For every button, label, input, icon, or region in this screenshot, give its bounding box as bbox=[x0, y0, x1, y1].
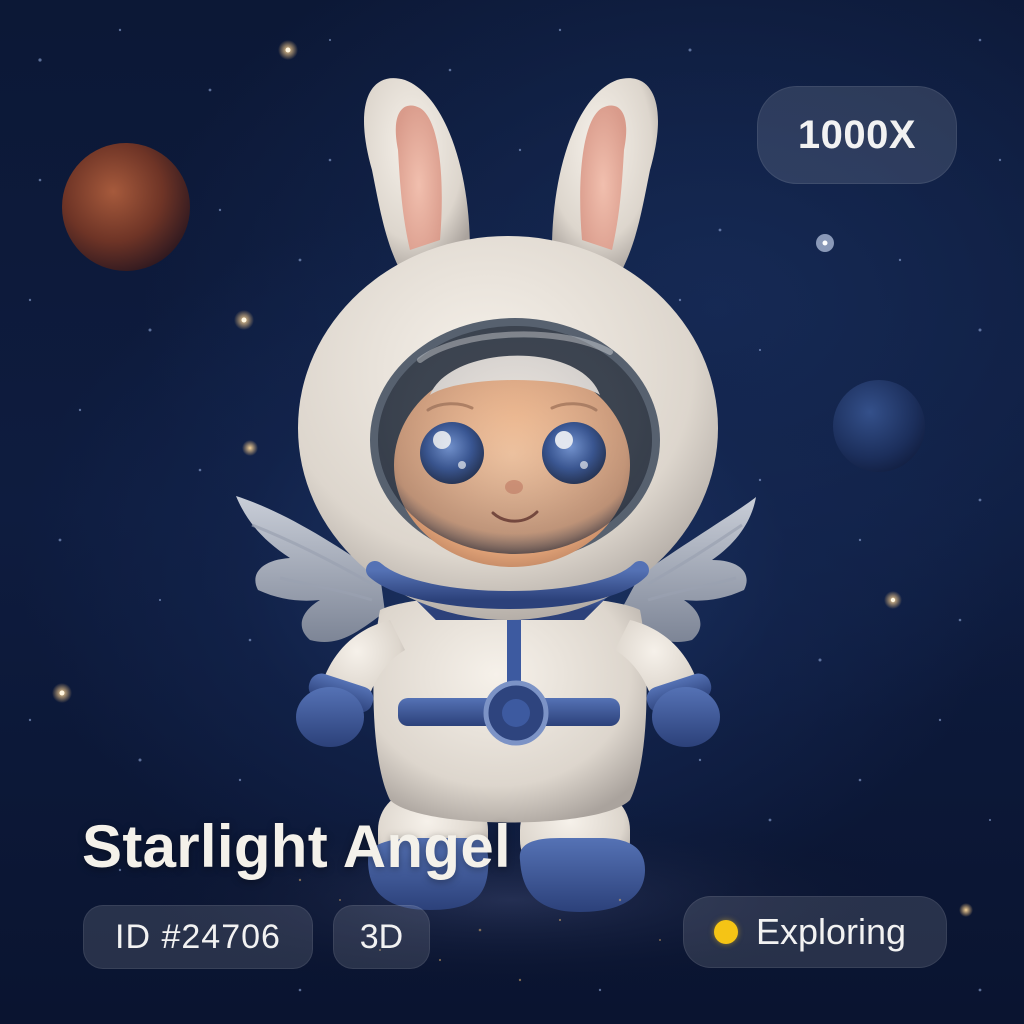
status-badge[interactable]: Exploring bbox=[683, 896, 947, 968]
card-title: Starlight Angel bbox=[82, 813, 511, 880]
id-tag: ID #24706 bbox=[83, 905, 313, 969]
status-dot-icon bbox=[714, 920, 738, 944]
character bbox=[236, 78, 756, 912]
status-label: Exploring bbox=[756, 911, 907, 952]
blue-planet bbox=[833, 380, 925, 472]
multiplier-badge: 1000X bbox=[757, 86, 957, 184]
red-planet bbox=[62, 143, 190, 271]
nft-card[interactable]: 1000X Starlight Angel ID #24706 3D Explo… bbox=[0, 0, 1024, 1024]
type-tag: 3D bbox=[333, 905, 430, 969]
